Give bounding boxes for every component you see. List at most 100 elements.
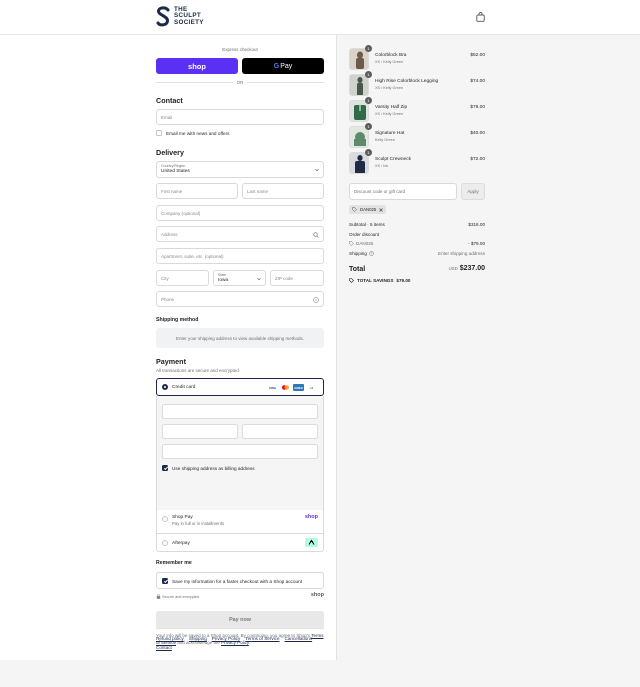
contact-link[interactable]: Contact bbox=[156, 645, 172, 650]
state-select[interactable]: State Iowa bbox=[213, 270, 266, 286]
shop-pay-sublabel: Pay in full or in installments bbox=[172, 521, 225, 526]
quantity-badge: 1 bbox=[365, 123, 372, 130]
total-currency: USD bbox=[448, 266, 458, 271]
payment-heading: Payment bbox=[156, 357, 186, 366]
item-variant: XS / Kelly Green bbox=[375, 86, 404, 90]
card-name-field[interactable] bbox=[162, 444, 318, 459]
email-field[interactable] bbox=[156, 109, 324, 125]
visa-icon: VISA bbox=[267, 384, 278, 391]
cancellations-link[interactable]: Cancellations bbox=[285, 636, 313, 641]
item-variant: XS / Kelly Green bbox=[375, 112, 404, 116]
zip-input[interactable] bbox=[271, 271, 323, 285]
shipping-link[interactable]: Shipping bbox=[189, 636, 207, 641]
shop-pay-express-button[interactable]: shop bbox=[156, 58, 238, 74]
discount-code-input[interactable] bbox=[350, 184, 456, 199]
order-discount-heading-row: Order discount bbox=[349, 232, 485, 237]
column-divider bbox=[336, 35, 337, 660]
credit-card-option[interactable]: Credit card VISA AMEX +5 bbox=[156, 378, 324, 396]
payment-caption: All transactions are secure and encrypte… bbox=[156, 368, 241, 373]
card-cvv-field[interactable] bbox=[242, 424, 318, 439]
item-name: Sculpt Crewneck bbox=[375, 157, 411, 162]
billing-address-checkbox[interactable] bbox=[162, 465, 168, 471]
billing-address-label: Use shipping address as billing address bbox=[172, 465, 255, 471]
city-field[interactable] bbox=[156, 270, 209, 286]
shop-pay-radio[interactable] bbox=[162, 516, 168, 522]
google-pay-button[interactable]: G Pay bbox=[242, 58, 324, 74]
apply-discount-button[interactable]: Apply bbox=[461, 183, 485, 200]
help-circle-icon[interactable]: ? bbox=[369, 251, 374, 256]
afterpay-row: Afterpay bbox=[157, 540, 323, 546]
card-number-field[interactable] bbox=[162, 404, 318, 419]
item-name: Varsity Half Zip bbox=[375, 105, 408, 110]
state-value: Iowa bbox=[218, 278, 229, 283]
lock-icon bbox=[156, 594, 161, 599]
shipping-label: Shipping bbox=[349, 251, 367, 256]
first-name-input[interactable] bbox=[157, 184, 237, 198]
credit-card-form: Use shipping address as billing address bbox=[156, 396, 324, 510]
card-expiry-field[interactable] bbox=[162, 424, 238, 439]
city-input[interactable] bbox=[157, 271, 208, 285]
quantity-badge: 1 bbox=[365, 97, 372, 104]
afterpay-option[interactable]: Afterpay bbox=[156, 534, 324, 552]
email-input[interactable] bbox=[157, 110, 323, 124]
remember-me-row[interactable]: Save my information for a faster checkou… bbox=[162, 578, 302, 584]
apartment-input[interactable] bbox=[157, 249, 323, 263]
applied-code-label: DAN025 bbox=[360, 207, 377, 212]
remember-me-box: Save my information for a faster checkou… bbox=[156, 572, 324, 589]
country-select[interactable]: Country/Region United States bbox=[156, 161, 324, 178]
billing-address-row[interactable]: Use shipping address as billing address bbox=[162, 465, 255, 471]
brand-logo[interactable]: THE SCULPT SOCIETY bbox=[156, 6, 204, 27]
page-bottom-background bbox=[0, 660, 640, 687]
address-field[interactable] bbox=[156, 226, 324, 242]
newsletter-label: Email me with news and offers bbox=[166, 130, 230, 136]
divider-line bbox=[156, 82, 233, 83]
company-input[interactable] bbox=[157, 206, 323, 220]
phone-input[interactable] bbox=[157, 292, 323, 306]
shop-pay-row: Shop Pay Pay in full or in installments bbox=[157, 515, 323, 526]
help-circle-icon[interactable]: ? bbox=[313, 297, 319, 303]
google-pay-label: Pay bbox=[280, 62, 293, 70]
quantity-badge: 1 bbox=[365, 149, 372, 156]
subtotal-row: Subtotal · 5 items $316.00 bbox=[349, 222, 485, 227]
last-name-field[interactable] bbox=[242, 183, 324, 199]
savings-value: $79.00 bbox=[396, 278, 411, 283]
item-variant: XS / Ink bbox=[375, 164, 389, 168]
chevron-down-icon bbox=[315, 168, 319, 172]
terms-of-service-footer-link[interactable]: Terms of Service bbox=[245, 636, 279, 641]
afterpay-label: Afterpay bbox=[172, 540, 190, 546]
state-label: State bbox=[218, 273, 227, 277]
tag-icon bbox=[349, 278, 354, 283]
pay-now-button[interactable]: Pay now bbox=[156, 611, 324, 629]
refund-policy-link[interactable]: Refund policy bbox=[156, 636, 184, 641]
search-icon bbox=[313, 232, 319, 238]
last-name-input[interactable] bbox=[243, 184, 323, 198]
quantity-badge: 1 bbox=[365, 71, 372, 78]
remember-me-checkbox[interactable] bbox=[162, 578, 168, 584]
or-divider: OR bbox=[156, 80, 324, 85]
order-discount-label: Order discount bbox=[349, 232, 380, 237]
newsletter-checkbox-row[interactable]: Email me with news and offers bbox=[156, 130, 229, 136]
cart-item: 1 Signature Hat Kelly Green $40.00 bbox=[349, 123, 485, 148]
savings-label: TOTAL SAVINGS bbox=[357, 278, 394, 283]
apartment-field[interactable] bbox=[156, 248, 324, 264]
shopping-bag-icon[interactable] bbox=[476, 12, 485, 22]
shop-pay-option[interactable]: Shop Pay Pay in full or in installments … bbox=[156, 510, 324, 534]
tag-icon bbox=[349, 241, 354, 246]
newsletter-checkbox[interactable] bbox=[156, 130, 162, 136]
phone-field[interactable]: ? bbox=[156, 291, 324, 307]
discount-code-field[interactable] bbox=[349, 183, 457, 200]
brand-name: THE SCULPT SOCIETY bbox=[174, 6, 204, 27]
zip-field[interactable] bbox=[270, 270, 324, 286]
discount-code-line: DAN025 bbox=[349, 241, 485, 246]
express-checkout-label: Express checkout bbox=[222, 47, 258, 52]
privacy-policy-footer-link[interactable]: Privacy Policy bbox=[212, 636, 241, 641]
afterpay-radio[interactable] bbox=[162, 540, 168, 546]
first-name-field[interactable] bbox=[156, 183, 238, 199]
company-field[interactable] bbox=[156, 205, 324, 221]
credit-card-radio[interactable] bbox=[162, 384, 168, 390]
address-input[interactable] bbox=[157, 227, 323, 241]
order-discount-row: DAN025 - $79.00 bbox=[349, 241, 485, 246]
subtotal-value: $316.00 bbox=[468, 222, 485, 227]
item-price: $40.00 bbox=[470, 131, 485, 136]
close-icon[interactable] bbox=[379, 207, 383, 212]
